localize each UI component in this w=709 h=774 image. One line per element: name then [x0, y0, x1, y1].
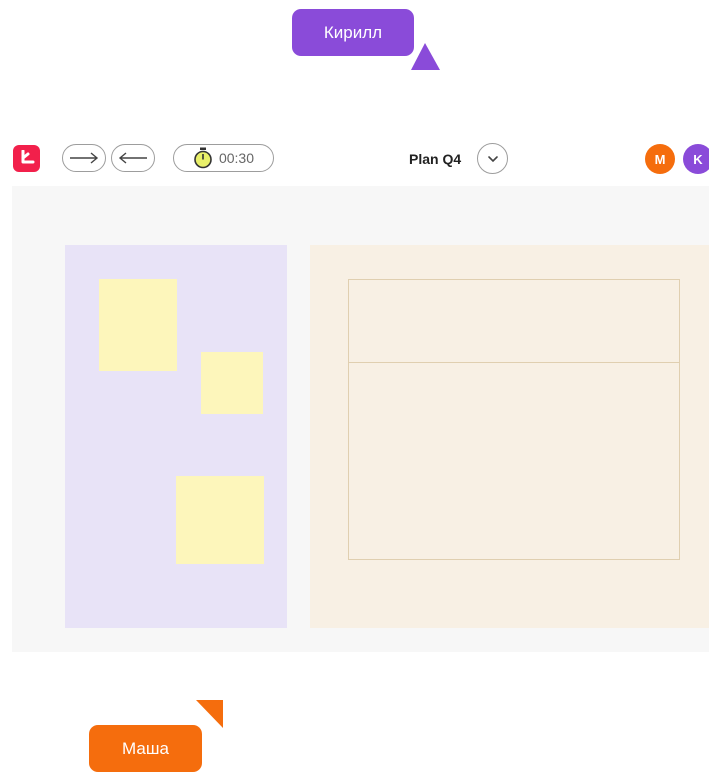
- sticky-note[interactable]: [99, 279, 177, 371]
- cursor-label-masha: Маша: [89, 725, 202, 772]
- board-title[interactable]: Plan Q4: [409, 151, 461, 167]
- frame-lavender[interactable]: [65, 245, 287, 628]
- sticky-note[interactable]: [201, 352, 263, 414]
- timer-button[interactable]: 00:30: [173, 144, 274, 172]
- cursor-arrow-icon: [196, 700, 223, 728]
- table-row-divider: [349, 362, 679, 363]
- stopwatch-icon: [194, 147, 212, 169]
- timer-value: 00:30: [218, 150, 255, 166]
- frame-beige[interactable]: [310, 245, 709, 628]
- arrow-left-icon: [118, 152, 147, 164]
- avatar[interactable]: M: [645, 144, 675, 174]
- avatar[interactable]: K: [683, 144, 709, 174]
- board-menu-button[interactable]: [477, 143, 508, 174]
- redo-button[interactable]: [62, 144, 106, 172]
- sticky-note[interactable]: [176, 476, 264, 564]
- app-logo-icon[interactable]: [13, 145, 40, 172]
- cursor-label-kirill: Кирилл: [292, 9, 414, 56]
- board-toolbar: 00:30 Plan Q4 M K: [0, 142, 709, 176]
- chevron-down-icon: [487, 155, 498, 162]
- undo-button[interactable]: [111, 144, 155, 172]
- arrow-right-icon: [70, 152, 99, 164]
- cursor-arrow-icon: [411, 43, 440, 70]
- board-canvas[interactable]: [12, 186, 709, 652]
- table-shape[interactable]: [348, 279, 680, 560]
